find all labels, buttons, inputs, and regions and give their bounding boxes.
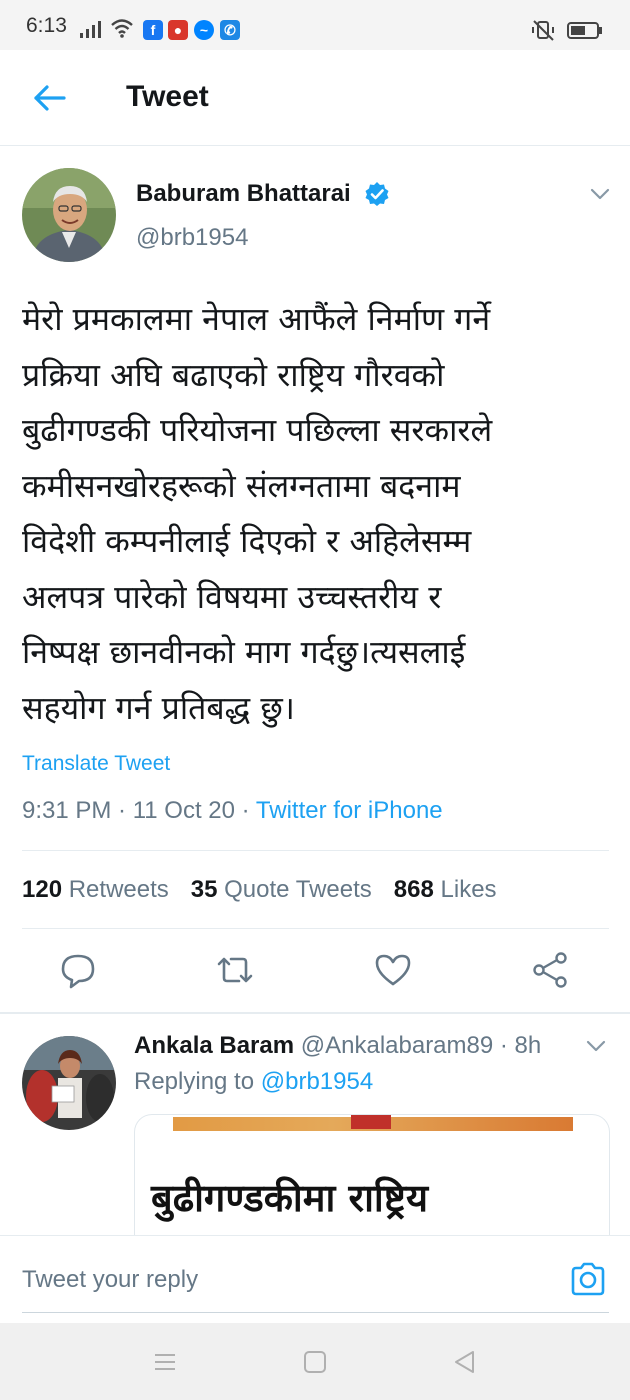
- meta-separator: ·: [235, 797, 256, 824]
- chevron-down-icon[interactable]: [584, 1036, 608, 1056]
- author-name[interactable]: Baburam Bhattarai: [136, 180, 351, 208]
- reply-author-name[interactable]: Ankala Baram: [134, 1032, 294, 1059]
- reply-author-avatar[interactable]: [22, 1036, 116, 1130]
- tweet-stats: 120 Retweets 35 Quote Tweets 868 Likes: [22, 876, 497, 904]
- tweet-meta: 9:31 PM · 11 Oct 20 · Twitter for iPhone: [22, 797, 443, 825]
- divider: [22, 928, 609, 929]
- status-bar: 6:13 f ● ~ ✆: [0, 0, 630, 50]
- quote-tweets-stat[interactable]: 35 Quote Tweets: [191, 876, 372, 903]
- reply-time: 8h: [514, 1032, 542, 1059]
- translate-tweet-link[interactable]: Translate Tweet: [22, 752, 170, 776]
- replying-to: Replying to @brb1954: [134, 1068, 373, 1096]
- status-right-icons: [532, 20, 602, 41]
- reply-header: Ankala Baram @Ankalabaram89 · 8h: [134, 1032, 542, 1059]
- back-icon[interactable]: [452, 1349, 478, 1375]
- retweets-label: Retweets: [68, 876, 169, 903]
- tweet-date: 11 Oct 20: [132, 797, 235, 824]
- tweet-action-bar: [0, 948, 630, 996]
- divider: [22, 850, 609, 851]
- reply-icon[interactable]: [58, 948, 98, 992]
- reply-composer: Tweet your reply: [0, 1235, 630, 1323]
- tweet-text-line: मेरो प्रमकालमा नेपाल आफैंले निर्माण गर्न…: [22, 300, 491, 338]
- tweet-text-line: कमीसनखोरहरूको संलग्नतामा बदनाम: [22, 466, 461, 505]
- messenger-icon: ~: [194, 20, 214, 40]
- app-icon: ●: [168, 20, 188, 40]
- retweets-stat[interactable]: 120 Retweets: [22, 876, 169, 903]
- top-bar: Tweet: [0, 50, 630, 146]
- meta-separator: ·: [111, 797, 133, 824]
- system-nav-bar: [0, 1323, 630, 1400]
- likes-stat[interactable]: 868 Likes: [394, 876, 497, 903]
- tweet-source-link[interactable]: Twitter for iPhone: [256, 797, 443, 824]
- status-time: 6:13: [26, 14, 67, 37]
- menu-icon[interactable]: [152, 1349, 178, 1375]
- reply-author-handle[interactable]: @Ankalabaram89: [301, 1032, 493, 1059]
- media-headline: बुढीगण्डकीमा राष्ट्रिय: [151, 1176, 428, 1220]
- replying-mention-link[interactable]: @brb1954: [261, 1068, 373, 1095]
- signal-icon: [80, 21, 101, 38]
- verified-badge-icon: [365, 182, 389, 206]
- battery-icon: [567, 22, 602, 39]
- page-title: Tweet: [126, 80, 209, 113]
- chevron-down-icon[interactable]: [588, 184, 612, 204]
- facebook-icon: f: [143, 20, 163, 40]
- tweet-text-line: प्रक्रिया अघि बढाएको राष्ट्रिय गौरवको: [22, 355, 445, 394]
- tweet-text-line: निष्पक्ष छानवीनको माग गर्दछु।त्यसलाई: [22, 633, 466, 671]
- camera-icon[interactable]: [568, 1260, 608, 1298]
- media-logo: [351, 1115, 391, 1129]
- reply-input[interactable]: Tweet your reply: [22, 1266, 198, 1294]
- quotes-label: Quote Tweets: [224, 876, 372, 903]
- share-icon[interactable]: [530, 948, 570, 992]
- back-arrow-icon[interactable]: [30, 78, 70, 118]
- vibrate-off-icon: [532, 20, 554, 41]
- likes-count: 868: [393, 876, 434, 903]
- likes-label: Likes: [440, 876, 497, 903]
- tweet-text-line: अलपत्र पारेको विषयमा उच्चस्तरीय र: [22, 577, 442, 616]
- input-underline: [22, 1312, 609, 1313]
- reply-media-card[interactable]: बुढीगण्डकीमा राष्ट्रिय: [134, 1114, 610, 1236]
- tweet-text-line: विदेशी कम्पनीलाई दिएको र अहिलेसम्म: [22, 522, 472, 560]
- phone-app-icon: ✆: [220, 20, 240, 40]
- quotes-count: 35: [190, 876, 218, 903]
- replying-prefix: Replying to: [134, 1068, 255, 1095]
- like-icon[interactable]: [373, 948, 413, 992]
- retweet-icon[interactable]: [215, 948, 255, 992]
- author-handle[interactable]: @brb1954: [136, 224, 248, 252]
- retweets-count: 120: [22, 876, 63, 903]
- home-icon[interactable]: [302, 1349, 328, 1375]
- tweet-time: 9:31 PM: [22, 797, 112, 824]
- thread-separator: [0, 1012, 630, 1014]
- tweet-text-line: सहयोग गर्न प्रतिबद्ध छु।: [22, 688, 295, 727]
- tweet-text: मेरो प्रमकालमा नेपाल आफैंले निर्माण गर्न…: [22, 292, 612, 736]
- tweet-text-line: बुढीगण्डकी परियोजना पछिल्ला सरकारले: [22, 411, 493, 449]
- wifi-icon: [111, 19, 133, 38]
- author-avatar[interactable]: [22, 168, 116, 262]
